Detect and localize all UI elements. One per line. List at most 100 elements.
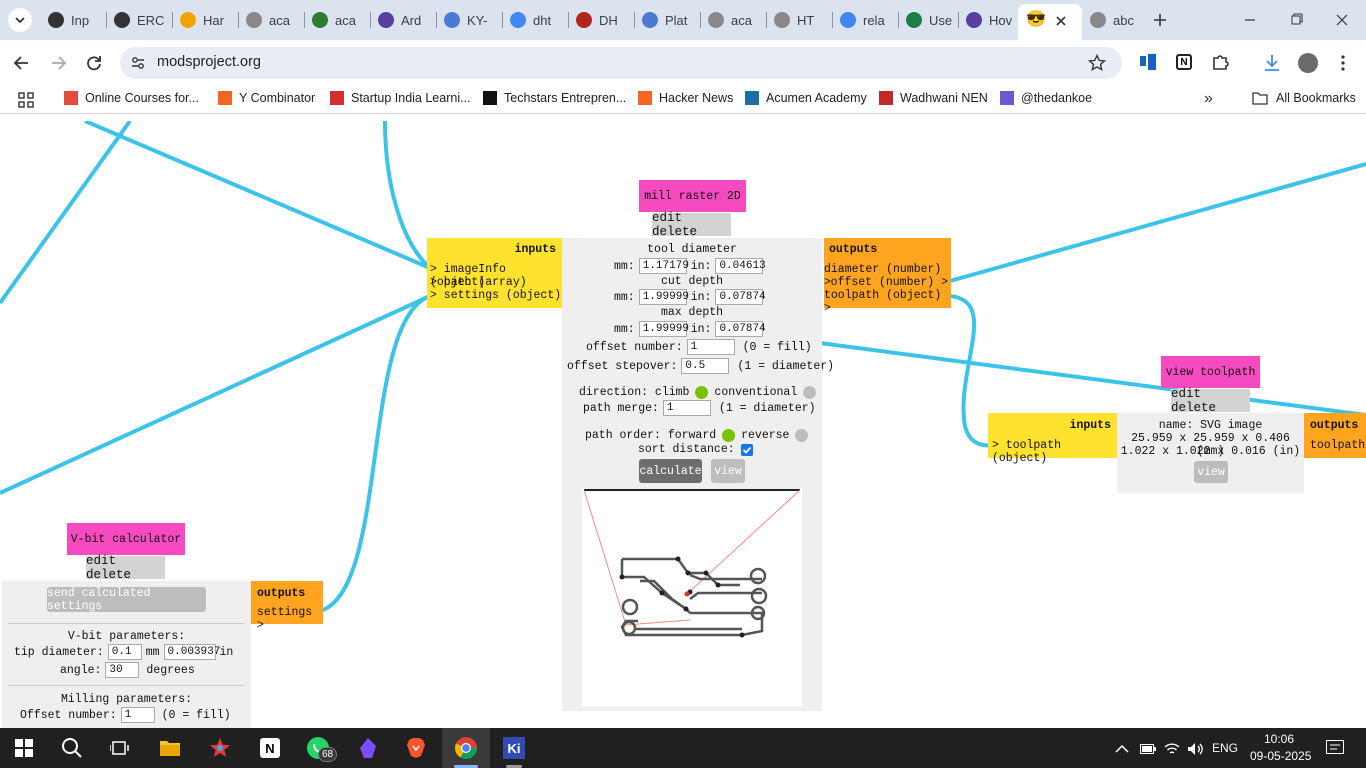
- browser-tab[interactable]: aca: [246, 6, 296, 34]
- bookmarks-overflow-button[interactable]: »: [1204, 90, 1213, 108]
- search-button[interactable]: [58, 734, 86, 762]
- offset-number-field[interactable]: 1: [120, 707, 155, 723]
- extensions-puzzle-icon[interactable]: [1211, 53, 1229, 71]
- active-tab[interactable]: 😎: [1018, 4, 1082, 40]
- cut-depth-in-field[interactable]: 0.07874: [715, 289, 766, 305]
- input-path[interactable]: > path (array): [430, 276, 527, 289]
- wifi-icon[interactable]: [1164, 742, 1180, 756]
- bookmark-item[interactable]: Y Combinator: [218, 91, 315, 105]
- browser-tab[interactable]: aca: [312, 6, 362, 34]
- max-depth-mm-field[interactable]: 1.99999: [638, 321, 689, 337]
- browser-tab[interactable]: Hov: [966, 6, 1016, 34]
- cut-depth-mm-field[interactable]: 1.99999: [638, 289, 689, 305]
- chrome-app[interactable]: [452, 734, 480, 762]
- task-view-button[interactable]: [106, 734, 134, 762]
- viewtp-edit-delete[interactable]: edit delete: [1171, 387, 1250, 415]
- bookmark-item[interactable]: Online Courses for...: [64, 91, 199, 105]
- obsidian-app[interactable]: [354, 734, 382, 762]
- mill-edit-delete[interactable]: edit delete: [652, 211, 731, 239]
- close-window-button[interactable]: [1332, 12, 1352, 28]
- whatsapp-app[interactable]: 68: [304, 734, 338, 762]
- forward-radio[interactable]: [722, 429, 736, 442]
- angle-field[interactable]: 30: [105, 662, 140, 678]
- reload-icon[interactable]: [85, 54, 103, 72]
- browser-tab[interactable]: ERC: [114, 6, 164, 34]
- language-indicator[interactable]: ENG: [1212, 741, 1238, 755]
- mill-raster-title[interactable]: mill raster 2D: [639, 180, 746, 212]
- volume-icon[interactable]: [1187, 742, 1203, 756]
- forward-icon[interactable]: [49, 54, 67, 72]
- extension-tabs-icon[interactable]: [1140, 54, 1158, 72]
- reverse-radio[interactable]: [795, 429, 809, 442]
- clock-time[interactable]: 10:06: [1264, 732, 1294, 746]
- calculate-button[interactable]: calculate: [639, 459, 702, 483]
- tip-diameter-in-field[interactable]: 0.003937: [163, 644, 220, 660]
- star-icon[interactable]: [1088, 54, 1106, 72]
- output-settings[interactable]: settings >: [257, 606, 323, 632]
- tool-diameter-in-field[interactable]: 0.04613: [715, 258, 766, 274]
- bookmark-item[interactable]: Techstars Entrepren...: [483, 91, 626, 105]
- browser-tab[interactable]: aca: [708, 6, 758, 34]
- more-menu-icon[interactable]: [1340, 54, 1346, 72]
- view-toolpath-title[interactable]: view toolpath: [1161, 356, 1260, 388]
- close-tab-icon[interactable]: [1056, 16, 1066, 26]
- send-calculated-settings-button[interactable]: send calculated settings: [47, 587, 206, 613]
- new-tab-button[interactable]: [1150, 10, 1170, 30]
- notion-app[interactable]: N: [256, 734, 284, 762]
- battery-icon[interactable]: [1140, 744, 1156, 754]
- browser-tab[interactable]: KY-: [444, 6, 494, 34]
- browser-tab[interactable]: Use: [906, 6, 956, 34]
- notion-extension-icon[interactable]: N: [1176, 54, 1192, 70]
- tab-search-button[interactable]: [8, 8, 32, 32]
- clock-date[interactable]: 09-05-2025: [1250, 749, 1311, 763]
- kicad-app[interactable]: Ki: [500, 734, 528, 762]
- offset-number-field[interactable]: 1: [686, 339, 735, 355]
- browser-tab[interactable]: Ard: [378, 6, 428, 34]
- profile-avatar[interactable]: [1298, 53, 1318, 73]
- output-toolpath[interactable]: toolpath: [1310, 439, 1365, 452]
- view-button[interactable]: view: [711, 459, 745, 483]
- browser-tab[interactable]: DH: [576, 6, 626, 34]
- input-settings[interactable]: > settings (object): [430, 289, 561, 302]
- output-toolpath[interactable]: toolpath (object) >: [824, 289, 948, 315]
- sort-distance-checkbox[interactable]: [740, 443, 753, 456]
- address-bar[interactable]: modsproject.org: [120, 47, 1122, 79]
- vbit-calculator-title[interactable]: V-bit calculator: [67, 523, 185, 555]
- back-icon[interactable]: [13, 54, 31, 72]
- max-depth-in-field[interactable]: 0.07874: [715, 321, 766, 337]
- mods-canvas[interactable]: mill raster 2D edit delete inputs > imag…: [0, 121, 1366, 728]
- conventional-radio[interactable]: [803, 386, 817, 399]
- download-icon[interactable]: [1262, 53, 1282, 73]
- path-merge-field[interactable]: 1: [662, 400, 711, 416]
- climb-radio[interactable]: [695, 386, 709, 399]
- browser-tab[interactable]: dht: [510, 6, 560, 34]
- offset-stepover-field[interactable]: 0.5: [681, 358, 730, 374]
- minimize-button[interactable]: [1240, 12, 1260, 28]
- all-bookmarks-button[interactable]: All Bookmarks: [1252, 91, 1356, 105]
- bookmark-item[interactable]: Acumen Academy: [745, 91, 867, 105]
- input-toolpath[interactable]: > toolpath (object): [992, 439, 1117, 465]
- browser-tab[interactable]: Inp: [48, 6, 98, 34]
- bookmark-item[interactable]: Startup India Learni...: [330, 91, 471, 105]
- site-info-icon[interactable]: [130, 55, 146, 71]
- bookmark-item[interactable]: @thedankoe: [1000, 91, 1092, 105]
- vbit-edit-delete[interactable]: edit delete: [86, 554, 165, 582]
- show-hidden-icons-chevron[interactable]: [1115, 744, 1129, 754]
- browser-tab[interactable]: Plat: [642, 6, 692, 34]
- brave-app[interactable]: [402, 734, 430, 762]
- browser-tab[interactable]: Har: [180, 6, 230, 34]
- file-explorer-app[interactable]: [156, 734, 184, 762]
- output-offset[interactable]: offset (number) >: [831, 276, 948, 289]
- app-star-icon[interactable]: [206, 734, 234, 762]
- tip-diameter-mm-field[interactable]: 0.1: [107, 644, 142, 660]
- browser-tab[interactable]: rela: [840, 6, 890, 34]
- notification-icon[interactable]: [1326, 740, 1344, 756]
- apps-grid-icon[interactable]: [18, 92, 34, 108]
- start-button[interactable]: [10, 734, 38, 762]
- bookmark-item[interactable]: Wadhwani NEN: [879, 91, 988, 105]
- viewtp-view-button[interactable]: view: [1194, 461, 1228, 483]
- browser-tab[interactable]: abc: [1090, 6, 1136, 34]
- restore-button[interactable]: [1286, 12, 1306, 28]
- tool-diameter-mm-field[interactable]: 1.17179: [638, 258, 689, 274]
- browser-tab[interactable]: HT: [774, 6, 824, 34]
